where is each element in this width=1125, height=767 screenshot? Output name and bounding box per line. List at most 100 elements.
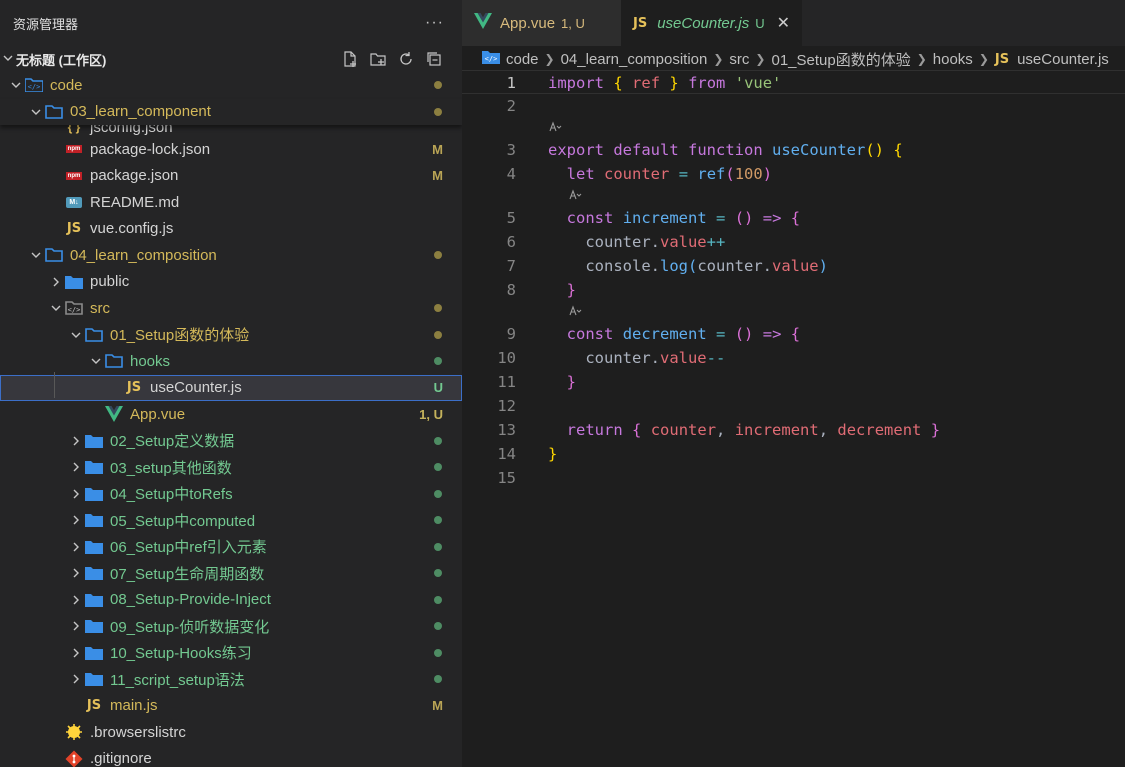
code-line: 8 } — [462, 278, 1125, 302]
tab-use-counter-js[interactable]: JS useCounter.js U ✕ — [621, 0, 802, 46]
folder-icon — [84, 591, 104, 609]
git-status-badge: U — [433, 380, 443, 396]
refresh-icon[interactable] — [396, 49, 416, 69]
tree-item-label: 09_Setup-侦听数据变化 — [110, 618, 270, 636]
status-dot — [434, 304, 442, 313]
breadcrumb: </> code ❯ 04_learn_composition ❯ src ❯ … — [462, 46, 1125, 72]
tree-folder[interactable]: 11_script_setup语法 — [0, 666, 462, 693]
browserslist-icon — [64, 723, 84, 741]
code-text: export default function useCounter() { — [548, 141, 903, 159]
tree-folder[interactable]: 05_Setup中computed — [0, 507, 462, 534]
code-line: 2 — [462, 94, 1125, 118]
tree-item-label: 07_Setup生命周期函数 — [110, 565, 265, 583]
tree-file[interactable]: .browserslistrc — [0, 719, 462, 746]
tree-folder[interactable]: 03_learn_component — [0, 98, 462, 125]
status-dot — [434, 569, 442, 578]
folder-open-icon — [84, 326, 104, 344]
tree-item-label: main.js — [110, 697, 158, 715]
code-line: 5 const increment = () => { — [462, 206, 1125, 230]
collapse-all-icon[interactable] — [424, 49, 444, 69]
codelens-hint — [462, 302, 1125, 322]
tree-file[interactable]: npm package.json M — [0, 163, 462, 190]
chevron-down-icon — [8, 79, 24, 91]
line-number: 15 — [497, 469, 516, 487]
line-number: 6 — [506, 233, 516, 251]
svg-text:</>: </> — [68, 306, 81, 314]
tree-folder[interactable]: 09_Setup-侦听数据变化 — [0, 613, 462, 640]
chevron-right-icon — [48, 276, 64, 288]
tree-item-label: vue.config.js — [90, 220, 174, 238]
line-number: 3 — [506, 141, 516, 159]
new-folder-icon[interactable] — [368, 49, 388, 69]
new-file-icon[interactable] — [340, 49, 360, 69]
explorer-header: 资源管理器 ··· — [0, 0, 462, 46]
status-dot — [434, 107, 442, 116]
chevron-right-icon: ❯ — [916, 52, 927, 66]
tree-folder[interactable]: 08_Setup-Provide-Inject — [0, 587, 462, 614]
tree-file[interactable]: { } jsconfig.json — [0, 125, 462, 136]
tree-folder[interactable]: </> code — [0, 72, 462, 99]
folder-icon — [84, 432, 104, 450]
line-number: 9 — [506, 325, 516, 343]
status-dot — [434, 463, 442, 472]
indent-guide — [54, 372, 55, 398]
tree-folder[interactable]: 10_Setup-Hooks练习 — [0, 640, 462, 667]
tree-folder[interactable]: 01_Setup函数的体验 — [0, 322, 462, 349]
status-dot — [434, 357, 442, 366]
tree-file[interactable]: JS main.js M — [0, 693, 462, 720]
tree-file[interactable]: .gitignore — [0, 746, 462, 767]
tree-folder[interactable]: </> src — [0, 295, 462, 322]
breadcrumb-item[interactable]: src — [729, 51, 749, 68]
chevron-right-icon — [68, 620, 84, 632]
code-text: return { counter, increment, decrement } — [566, 421, 941, 439]
tree-folder[interactable]: public — [0, 269, 462, 296]
line-number: 12 — [497, 397, 516, 415]
js-file-icon: JS — [994, 51, 1010, 67]
chevron-down-icon — [48, 302, 64, 314]
breadcrumb-item[interactable]: useCounter.js — [1017, 51, 1109, 68]
code-text: counter.value-- — [585, 349, 726, 367]
line-number: 2 — [506, 97, 516, 115]
close-icon[interactable]: ✕ — [777, 13, 790, 33]
tree-file[interactable]: npm package-lock.json M — [0, 136, 462, 163]
code-text: } — [566, 373, 577, 391]
explorer-sidebar: 资源管理器 ··· 无标题 (工作区) </> code 03_learn_comp… — [0, 0, 462, 767]
git-icon — [64, 750, 84, 767]
vue-icon — [104, 405, 124, 423]
tree-folder[interactable]: 07_Setup生命周期函数 — [0, 560, 462, 587]
tab-app-vue[interactable]: App.vue 1, U — [462, 0, 621, 46]
breadcrumb-item[interactable]: 01_Setup函数的体验 — [771, 49, 910, 70]
tree-file[interactable]: M↓ README.md — [0, 189, 462, 216]
folder-icon — [84, 644, 104, 662]
js-file-icon: JS — [633, 15, 648, 31]
tree-file[interactable]: JS useCounter.js U — [0, 374, 462, 401]
chevron-right-icon — [68, 673, 84, 685]
code-editor[interactable]: 1 import { ref } from 'vue' 2 3 export defau… — [462, 70, 1125, 767]
status-dot — [434, 436, 442, 445]
tree-folder[interactable]: 04_learn_composition — [0, 242, 462, 269]
chevron-right-icon: ❯ — [713, 52, 724, 66]
git-status-badge: M — [432, 141, 443, 157]
tree-item-label: hooks — [130, 352, 171, 370]
code-text: console.log(counter.value) — [585, 257, 828, 275]
breadcrumb-item[interactable]: code — [506, 51, 539, 68]
tree-folder[interactable]: 06_Setup中ref引入元素 — [0, 534, 462, 561]
tree-file[interactable]: JS vue.config.js — [0, 216, 462, 243]
tree-folder[interactable]: 04_Setup中toRefs — [0, 481, 462, 508]
tree-folder[interactable]: 02_Setup定义数据 — [0, 428, 462, 455]
breadcrumb-item[interactable]: hooks — [933, 51, 973, 68]
breadcrumb-item[interactable]: 04_learn_composition — [561, 51, 708, 68]
editor-tabs: App.vue 1, U JS useCounter.js U ✕ — [462, 0, 1125, 46]
tab-label: useCounter.js — [657, 14, 750, 32]
tree-folder[interactable]: 03_setup其他函数 — [0, 454, 462, 481]
tree-item-label: 05_Setup中computed — [110, 512, 256, 530]
chevron-down-icon — [28, 249, 44, 261]
tree-file[interactable]: App.vue 1, U — [0, 401, 462, 428]
line-number: 5 — [506, 209, 516, 227]
explorer-title: 资源管理器 — [13, 16, 79, 32]
chevron-right-icon — [68, 541, 84, 553]
workspace-header[interactable]: 无标题 (工作区) — [0, 46, 462, 72]
more-actions-icon[interactable]: ··· — [425, 14, 444, 32]
json-icon: { } — [67, 125, 81, 134]
tree-folder[interactable]: hooks — [0, 348, 462, 375]
